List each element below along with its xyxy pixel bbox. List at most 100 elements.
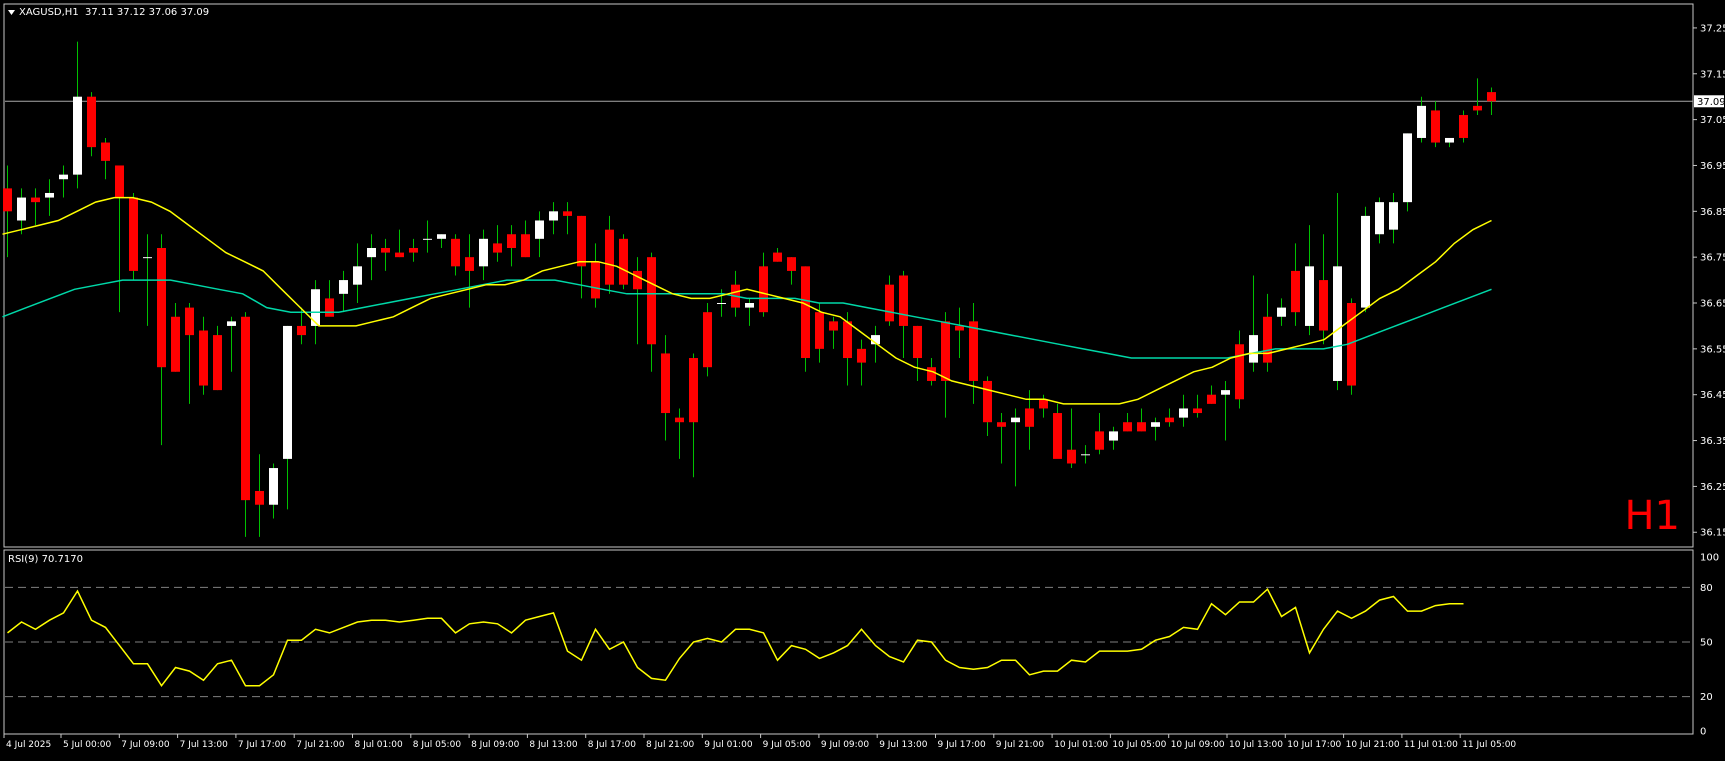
bear-candle-body [185,307,194,336]
bear-candle-body [325,298,334,317]
bear-candle-body [619,238,628,285]
bear-candle-body [703,312,712,368]
candle [1361,206,1370,313]
bull-candle-body [717,303,726,305]
rsi-tick-label: 0 [1700,727,1706,738]
bear-candle-body [689,358,698,423]
bear-candle-body [213,335,222,391]
bear-candle-body [115,165,124,198]
time-tick-label: 8 Jul 05:00 [413,740,462,750]
bear-candle-body [507,234,516,248]
rsi-label: RSI(9) 70.7170 [8,554,83,565]
time-tick-label: 7 Jul 17:00 [238,740,287,750]
bear-candle-body [1123,422,1132,432]
candle [1403,133,1412,212]
bear-candle-body [1137,422,1146,432]
candle [129,192,138,281]
candle [703,303,712,377]
bear-candle-body [815,312,824,349]
bear-candle-body [129,197,138,271]
price-tick-label: 36.35 [1700,436,1725,447]
bull-candle-body [367,247,376,258]
bear-candle-body [647,257,656,345]
price-tick-label: 36.65 [1700,299,1725,310]
time-tick-label: 8 Jul 13:00 [529,740,578,750]
time-tick-label: 11 Jul 05:00 [1462,740,1516,750]
bear-candle-body [787,257,796,271]
bear-candle-body [241,316,250,501]
bear-candle-body [605,229,614,285]
bear-candle-body [1067,449,1076,464]
candle [1347,298,1356,395]
bear-candle-body [1431,110,1440,143]
bear-candle-body [1039,399,1048,409]
bear-candle-body [1235,344,1244,400]
bear-candle-body [759,266,768,313]
bear-candle-body [969,321,978,381]
bear-candle-body [1025,408,1034,427]
price-tick-label: 37.25 [1700,23,1725,34]
bull-candle-body [423,238,432,240]
bull-candle-body [1375,202,1384,235]
bear-candle-body [101,142,110,161]
bear-candle-body [87,96,96,148]
bear-candle-body [1263,316,1272,363]
time-tick-label: 10 Jul 13:00 [1229,740,1283,750]
bull-candle-body [1333,266,1342,381]
bear-candle-body [997,422,1006,427]
bull-candle-body [283,325,292,459]
time-tick-label: 9 Jul 21:00 [996,740,1045,750]
bear-candle-body [521,234,530,258]
bear-candle-body [899,275,908,326]
bear-candle-body [255,490,264,505]
bull-candle-body [1445,137,1454,143]
price-tick-label: 37.15 [1700,69,1725,80]
bull-candle-body [1109,431,1118,441]
price-tick-label: 36.45 [1700,390,1725,401]
bear-candle-body [395,252,404,258]
time-tick-label: 5 Jul 00:00 [63,740,112,750]
bear-candle-body [493,243,502,253]
time-tick-label: 10 Jul 17:00 [1287,740,1341,750]
bear-candle-body [1319,280,1328,331]
bear-candle-body [829,321,838,331]
time-tick-label: 8 Jul 01:00 [355,740,404,750]
bear-candle-body [1291,270,1300,313]
bear-candle-body [857,348,866,363]
price-tick-label: 36.15 [1700,528,1725,539]
current-price-label: 37.09 [1697,97,1725,108]
chart-background [0,0,1725,757]
bear-candle-body [801,266,810,359]
bear-candle-body [157,247,166,368]
bull-candle-body [1249,335,1258,363]
bear-candle-body [927,367,936,381]
bull-candle-body [1361,215,1370,308]
bear-candle-body [31,197,40,203]
trading-chart[interactable]: 37.25 37.15 37.05 36.95 36.85 36.75 36.65 36.55… [0,0,1725,757]
bull-candle-body [1011,417,1020,423]
bear-candle-body [1487,92,1496,102]
time-tick-label: 8 Jul 21:00 [646,740,695,750]
bull-candle-body [227,321,236,326]
bear-candle-body [465,257,474,271]
bear-candle-body [577,215,586,267]
bull-candle-body [59,174,68,180]
candle [87,92,96,157]
bull-candle-body [1389,202,1398,230]
bear-candle-body [1053,413,1062,459]
bear-candle-body [955,325,964,331]
bear-candle-body [1207,394,1216,404]
time-tick-label: 10 Jul 09:00 [1171,740,1225,750]
time-tick-label: 7 Jul 21:00 [296,740,345,750]
bear-candle-body [563,211,572,216]
price-tick-label: 36.95 [1700,161,1725,172]
bull-candle-body [1151,422,1160,427]
time-tick-label: 10 Jul 21:00 [1346,740,1400,750]
time-tick-label: 10 Jul 01:00 [1054,740,1108,750]
bull-candle-body [1081,454,1090,456]
time-tick-label: 7 Jul 13:00 [180,740,229,750]
bull-candle-body [73,96,82,175]
rsi-tick-label: 50 [1700,638,1713,649]
time-tick-label: 9 Jul 05:00 [763,740,812,750]
bear-candle-body [409,247,418,253]
